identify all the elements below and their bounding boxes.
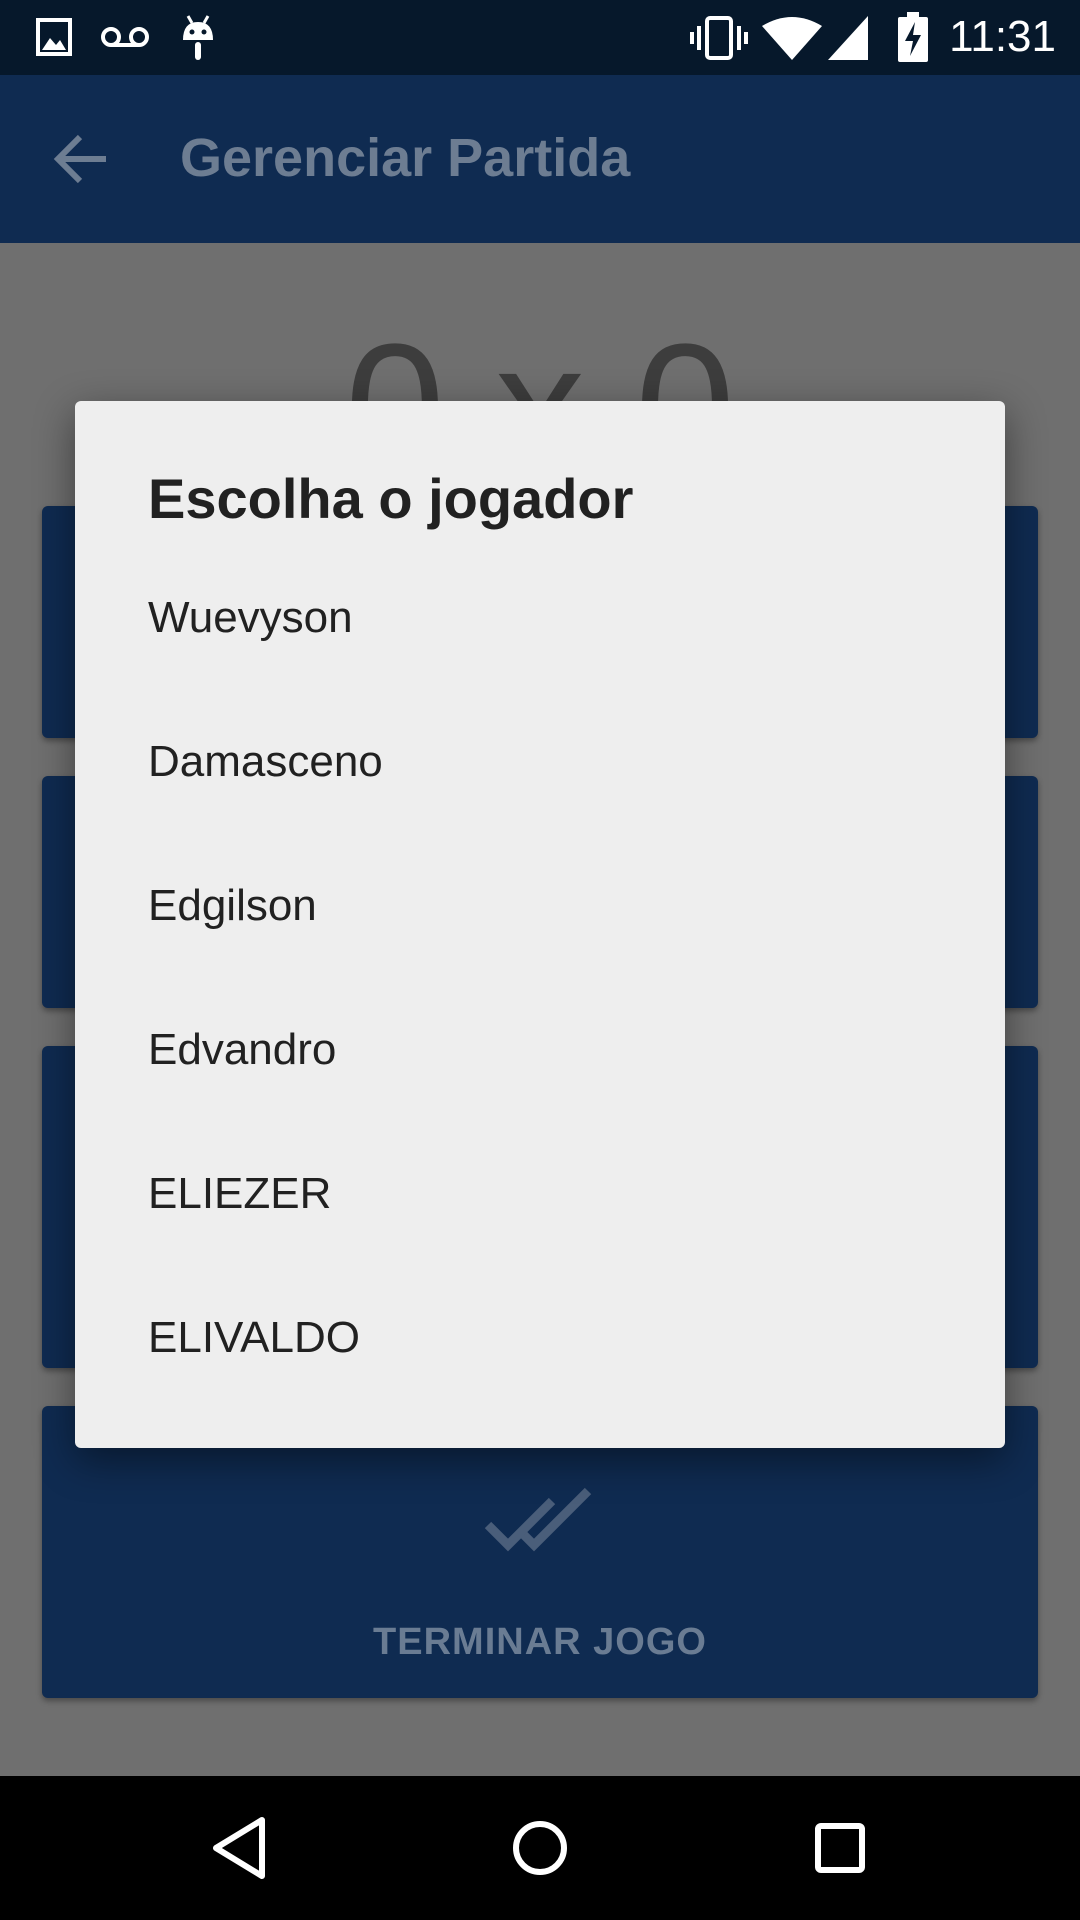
system-nav-bar [0,1776,1080,1920]
player-item-wuevyson[interactable]: Wuevyson [75,549,1005,693]
finish-game-button[interactable]: TERMINAR JOGO [42,1406,1038,1698]
image-icon [36,18,72,56]
wifi-icon [762,17,822,60]
page-title: Gerenciar Partida [180,128,631,188]
vibrate-icon [690,16,748,60]
dialog-title: Escolha o jogador [148,467,634,530]
double-check-icon [484,1487,592,1552]
status-bar: 11:31 [0,0,1080,75]
player-item-damasceno[interactable]: Damasceno [75,693,1005,837]
status-time: 11:31 [949,12,1056,61]
recents-square-icon[interactable] [804,1812,876,1884]
home-circle-icon[interactable] [504,1812,576,1884]
signal-icon [828,16,875,60]
app-bar: Gerenciar Partida [0,75,1080,243]
finish-game-label: TERMINAR JOGO [373,1621,707,1663]
arrow-back-icon[interactable] [50,127,114,191]
player-name: Edvandro [148,1025,337,1074]
player-name: Edgilson [148,881,317,930]
player-item-eliezer[interactable]: ELIEZER [75,1125,1005,1269]
player-name: ELIVALDO [148,1313,360,1362]
choose-player-dialog: Escolha o jogador Wuevyson Damasceno Edg… [75,401,1005,1448]
android-icon [183,15,213,60]
player-list: Wuevyson Damasceno Edgilson Edvandro ELI… [75,549,1005,1413]
player-item-edgilson[interactable]: Edgilson [75,837,1005,981]
voicemail-icon [101,27,149,47]
player-name: ELIEZER [148,1169,332,1218]
battery-charging-icon [898,12,928,62]
back-triangle-icon[interactable] [204,1812,276,1884]
player-item-edvandro[interactable]: Edvandro [75,981,1005,1125]
player-name: Damasceno [148,737,383,786]
player-name: Wuevyson [148,593,353,642]
player-item-elivaldo[interactable]: ELIVALDO [75,1269,1005,1413]
